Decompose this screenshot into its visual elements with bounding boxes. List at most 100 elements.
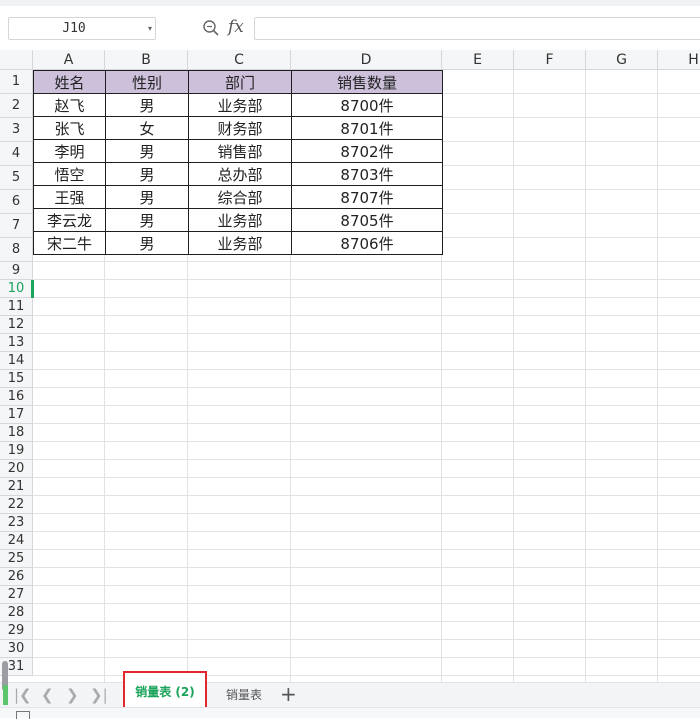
next-sheet-icon[interactable]: ❯ [66, 686, 79, 704]
table-cell[interactable]: 男 [105, 208, 189, 232]
grid-line [33, 603, 700, 604]
row-header[interactable]: 10 [0, 280, 33, 298]
row-header[interactable]: 25 [0, 550, 33, 568]
row-header[interactable]: 7 [0, 214, 33, 238]
row-header[interactable]: 11 [0, 298, 33, 316]
column-header[interactable]: G [586, 50, 658, 70]
row-header[interactable]: 16 [0, 388, 33, 406]
column-header[interactable]: B [105, 50, 188, 70]
row-header[interactable]: 13 [0, 334, 33, 352]
status-bar [0, 707, 700, 719]
row-header[interactable]: 24 [0, 532, 33, 550]
grid-line [33, 333, 700, 334]
formula-input[interactable] [254, 17, 700, 40]
table-cell[interactable]: 男 [105, 93, 189, 117]
table-cell[interactable]: 8706件 [291, 231, 443, 255]
table-row: 李云龙 男 业务部 8705件 [33, 208, 443, 232]
row-header[interactable]: 8 [0, 238, 33, 262]
row-header[interactable]: 15 [0, 370, 33, 388]
table-cell[interactable]: 男 [105, 185, 189, 209]
column-header[interactable]: F [514, 50, 586, 70]
table-cell[interactable]: 赵飞 [33, 93, 106, 117]
row-header[interactable]: 5 [0, 166, 33, 190]
grid-line [33, 549, 700, 550]
grid-line [33, 351, 700, 352]
table-cell[interactable]: 财务部 [188, 116, 292, 140]
row-header[interactable]: 23 [0, 514, 33, 532]
table-cell[interactable]: 男 [105, 231, 189, 255]
row-header[interactable]: 27 [0, 586, 33, 604]
active-row-indicator [31, 280, 34, 298]
row-header[interactable]: 28 [0, 604, 33, 622]
row-header[interactable]: 4 [0, 142, 33, 166]
table-cell[interactable]: 业务部 [188, 231, 292, 255]
table-cell[interactable]: 综合部 [188, 185, 292, 209]
add-sheet-icon[interactable]: + [280, 684, 297, 704]
prev-sheet-icon[interactable]: ❮ [41, 686, 54, 704]
row-header[interactable]: 3 [0, 118, 33, 142]
row-header[interactable]: 12 [0, 316, 33, 334]
table-cell[interactable]: 宋二牛 [33, 231, 106, 255]
column-header[interactable]: D [291, 50, 442, 70]
zoom-icon[interactable] [202, 19, 220, 37]
grid-line [33, 585, 700, 586]
row-header[interactable]: 20 [0, 460, 33, 478]
grid-line [33, 513, 700, 514]
column-header[interactable]: A [33, 50, 105, 70]
spreadsheet-grid[interactable]: ABCDEFGH 1 2 3 4 5 6 7 8 9 10 11 12 13 14 15 16 17 18 19 20… [0, 50, 700, 682]
table-cell[interactable]: 业务部 [188, 93, 292, 117]
last-sheet-icon[interactable]: ❯| [90, 686, 108, 704]
table-cell[interactable]: 李明 [33, 139, 106, 163]
table-cell[interactable]: 男 [105, 162, 189, 186]
header-cell[interactable]: 性别 [105, 70, 189, 94]
row-header[interactable]: 29 [0, 622, 33, 640]
column-header[interactable]: E [442, 50, 514, 70]
row-header[interactable]: 9 [0, 262, 33, 280]
first-sheet-icon[interactable]: |❮ [14, 686, 32, 704]
row-header[interactable]: 30 [0, 640, 33, 658]
table-cell[interactable]: 业务部 [188, 208, 292, 232]
header-cell[interactable]: 部门 [188, 70, 292, 94]
name-box[interactable]: J10 ▾ [8, 17, 156, 40]
select-all-corner[interactable] [0, 50, 33, 70]
table-cell[interactable]: 8702件 [291, 139, 443, 163]
table-cell[interactable]: 8705件 [291, 208, 443, 232]
table-cell[interactable]: 8700件 [291, 93, 443, 117]
table-cell[interactable]: 8707件 [291, 185, 443, 209]
row-header[interactable]: 19 [0, 442, 33, 460]
row-header[interactable]: 6 [0, 190, 33, 214]
row-header[interactable]: 1 [0, 70, 33, 94]
row-header[interactable]: 26 [0, 568, 33, 586]
grid-line [513, 70, 514, 682]
table-cell[interactable]: 总办部 [188, 162, 292, 186]
grid-line [33, 441, 700, 442]
row-header[interactable]: 22 [0, 496, 33, 514]
grid-line [33, 531, 700, 532]
sheet-tab[interactable]: 销量表 [212, 683, 276, 707]
fx-icon[interactable]: fx [228, 17, 244, 37]
table-cell[interactable]: 女 [105, 116, 189, 140]
window-icon [16, 711, 30, 719]
table-cell[interactable]: 悟空 [33, 162, 106, 186]
chevron-down-icon[interactable]: ▾ [148, 24, 152, 33]
header-cell[interactable]: 姓名 [33, 70, 106, 94]
header-cell[interactable]: 销售数量 [291, 70, 443, 94]
table-cell[interactable]: 张飞 [33, 116, 106, 140]
table-cell[interactable]: 8703件 [291, 162, 443, 186]
row-header[interactable]: 18 [0, 424, 33, 442]
grid-line [33, 261, 700, 262]
column-header[interactable]: H [658, 50, 700, 70]
column-header[interactable]: C [188, 50, 291, 70]
row-header[interactable]: 21 [0, 478, 33, 496]
row-header[interactable]: 14 [0, 352, 33, 370]
row-header[interactable]: 2 [0, 94, 33, 118]
formula-bar: J10 ▾ fx [0, 6, 700, 46]
row-header[interactable]: 17 [0, 406, 33, 424]
table-row: 张飞 女 财务部 8701件 [33, 116, 443, 140]
table-cell[interactable]: 8701件 [291, 116, 443, 140]
grid-line [33, 621, 700, 622]
table-cell[interactable]: 李云龙 [33, 208, 106, 232]
table-cell[interactable]: 男 [105, 139, 189, 163]
table-cell[interactable]: 销售部 [188, 139, 292, 163]
table-cell[interactable]: 王强 [33, 185, 106, 209]
